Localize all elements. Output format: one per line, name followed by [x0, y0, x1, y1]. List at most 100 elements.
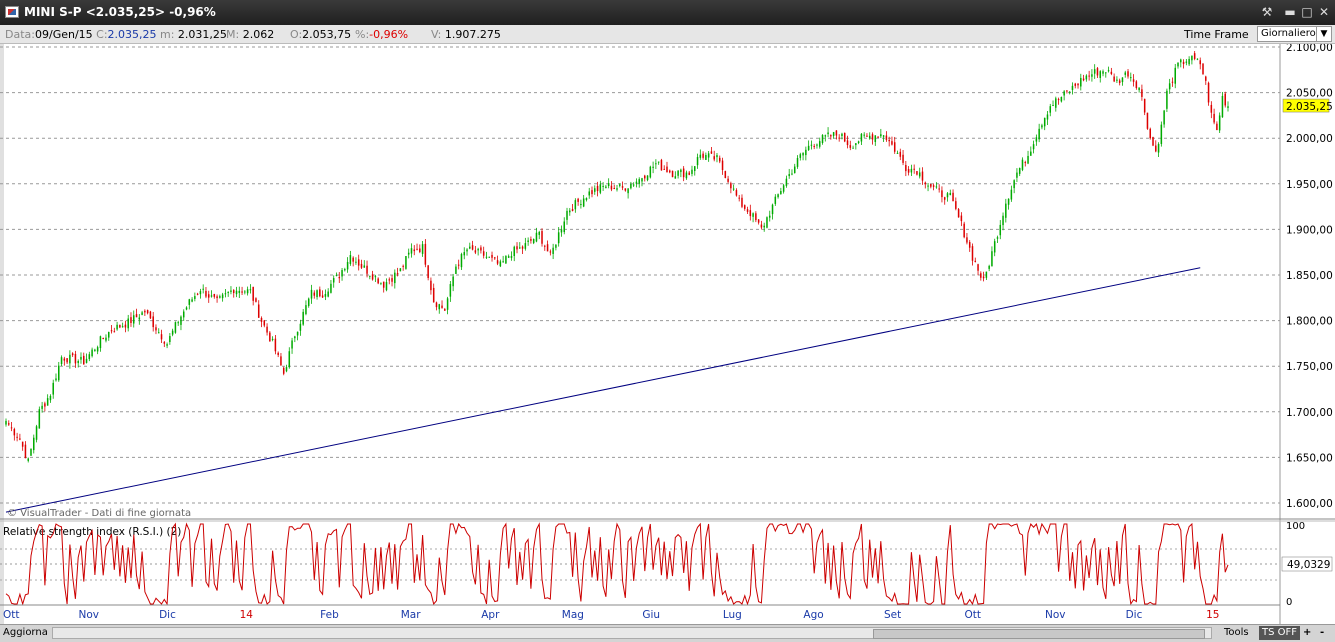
candle-body [1057, 99, 1060, 101]
candle-body [449, 284, 452, 297]
candle-body [141, 312, 143, 315]
candle-body [94, 349, 96, 351]
month-label: Feb [320, 609, 339, 621]
candle-body [96, 347, 99, 352]
candle-body [971, 246, 974, 261]
candle-body [471, 245, 474, 250]
candle-body [599, 184, 602, 193]
candle-body [988, 265, 990, 269]
price-tick-label: 2.000,00 [1286, 133, 1333, 145]
candle-body [863, 134, 865, 136]
candle-body [460, 254, 463, 268]
candle-body [427, 265, 429, 279]
candle-body [260, 317, 263, 322]
candle-body [507, 256, 510, 258]
candle-body [655, 163, 657, 165]
candle-body [821, 134, 824, 144]
month-label: Ott [964, 609, 981, 621]
candle-body [752, 213, 754, 217]
candle-body [741, 197, 743, 207]
candle-body [874, 135, 877, 142]
zoom-in-button[interactable]: + [1303, 626, 1311, 640]
zoom-out-button[interactable]: - [1320, 626, 1324, 640]
candle-body [60, 357, 63, 365]
candle-body [913, 168, 915, 170]
candle-body [1127, 71, 1129, 77]
candle-body [721, 160, 724, 171]
candle-body [880, 134, 882, 137]
candle-body [432, 287, 435, 303]
candle-body [35, 426, 38, 440]
chevron-down-icon[interactable]: ▼ [1316, 27, 1331, 41]
candle-body [8, 423, 10, 425]
tools-icon[interactable]: ⚒ [1259, 4, 1275, 20]
candle-body [357, 259, 360, 266]
candle-body [494, 257, 496, 259]
refresh-button[interactable]: Aggiorna [3, 626, 48, 640]
month-label: Mar [401, 609, 421, 621]
tools-button[interactable]: Tools [1224, 626, 1249, 640]
candle-body [441, 305, 443, 308]
candle-body [282, 367, 285, 374]
candle-body [1088, 75, 1090, 77]
candle-body [996, 237, 999, 239]
candle-body [71, 353, 74, 356]
min-value: 2.031,25 [177, 28, 227, 41]
candle-body [205, 290, 207, 297]
candle-body [377, 278, 379, 284]
horizontal-scrollbar[interactable] [52, 627, 1212, 639]
candle-body [455, 266, 457, 274]
candle-body [446, 298, 449, 310]
scrollbar-thumb[interactable] [873, 629, 1205, 639]
candle-body [33, 437, 35, 451]
candle-body [827, 132, 829, 135]
candle-body [916, 171, 918, 175]
month-label: Ago [803, 609, 823, 621]
candle-body [702, 153, 704, 158]
candle-body [1093, 69, 1096, 74]
candle-body [146, 310, 149, 314]
candle-body [788, 174, 790, 177]
candle-body [1096, 68, 1099, 76]
candle-body [280, 356, 282, 366]
candle-body [360, 263, 363, 268]
candle-body [169, 336, 171, 343]
candle-body [632, 184, 635, 186]
candle-body [1049, 106, 1052, 113]
candle-body [555, 244, 557, 248]
close-icon[interactable]: ✕ [1316, 4, 1332, 20]
candle-body [330, 283, 332, 293]
candle-body [818, 141, 821, 147]
candle-body [107, 332, 110, 338]
pct-value: -0,96% [369, 28, 409, 41]
candle-body [1166, 90, 1168, 109]
candle-body [119, 324, 121, 328]
candle-body [363, 265, 366, 268]
minimize-icon[interactable]: ▬ [1282, 4, 1298, 20]
candle-body [235, 290, 238, 295]
price-tick-label: 1.900,00 [1286, 224, 1333, 236]
candle-body [932, 185, 935, 187]
price-tick-label: 1.950,00 [1286, 179, 1333, 191]
candle-body [349, 255, 352, 264]
candle-body [1099, 71, 1102, 78]
candle-body [968, 242, 971, 248]
candle-body [680, 169, 682, 173]
candle-body [230, 290, 232, 292]
candle-body [785, 178, 788, 186]
candle-body [644, 175, 646, 179]
maximize-icon[interactable]: □ [1299, 4, 1315, 20]
candle-body [82, 355, 85, 365]
candle-body [999, 224, 1002, 236]
candle-body [41, 405, 43, 409]
candle-body [294, 336, 296, 339]
candle-body [682, 168, 685, 178]
ts-toggle-button[interactable]: TS OFF [1259, 626, 1301, 640]
candle-body [871, 134, 874, 140]
candle-body [1030, 151, 1032, 156]
timeframe-select[interactable]: Giornaliero ▼ [1257, 26, 1332, 42]
candle-body [571, 209, 574, 211]
candle-body [491, 254, 493, 258]
candle-body [1124, 72, 1127, 75]
candle-body [910, 168, 913, 173]
